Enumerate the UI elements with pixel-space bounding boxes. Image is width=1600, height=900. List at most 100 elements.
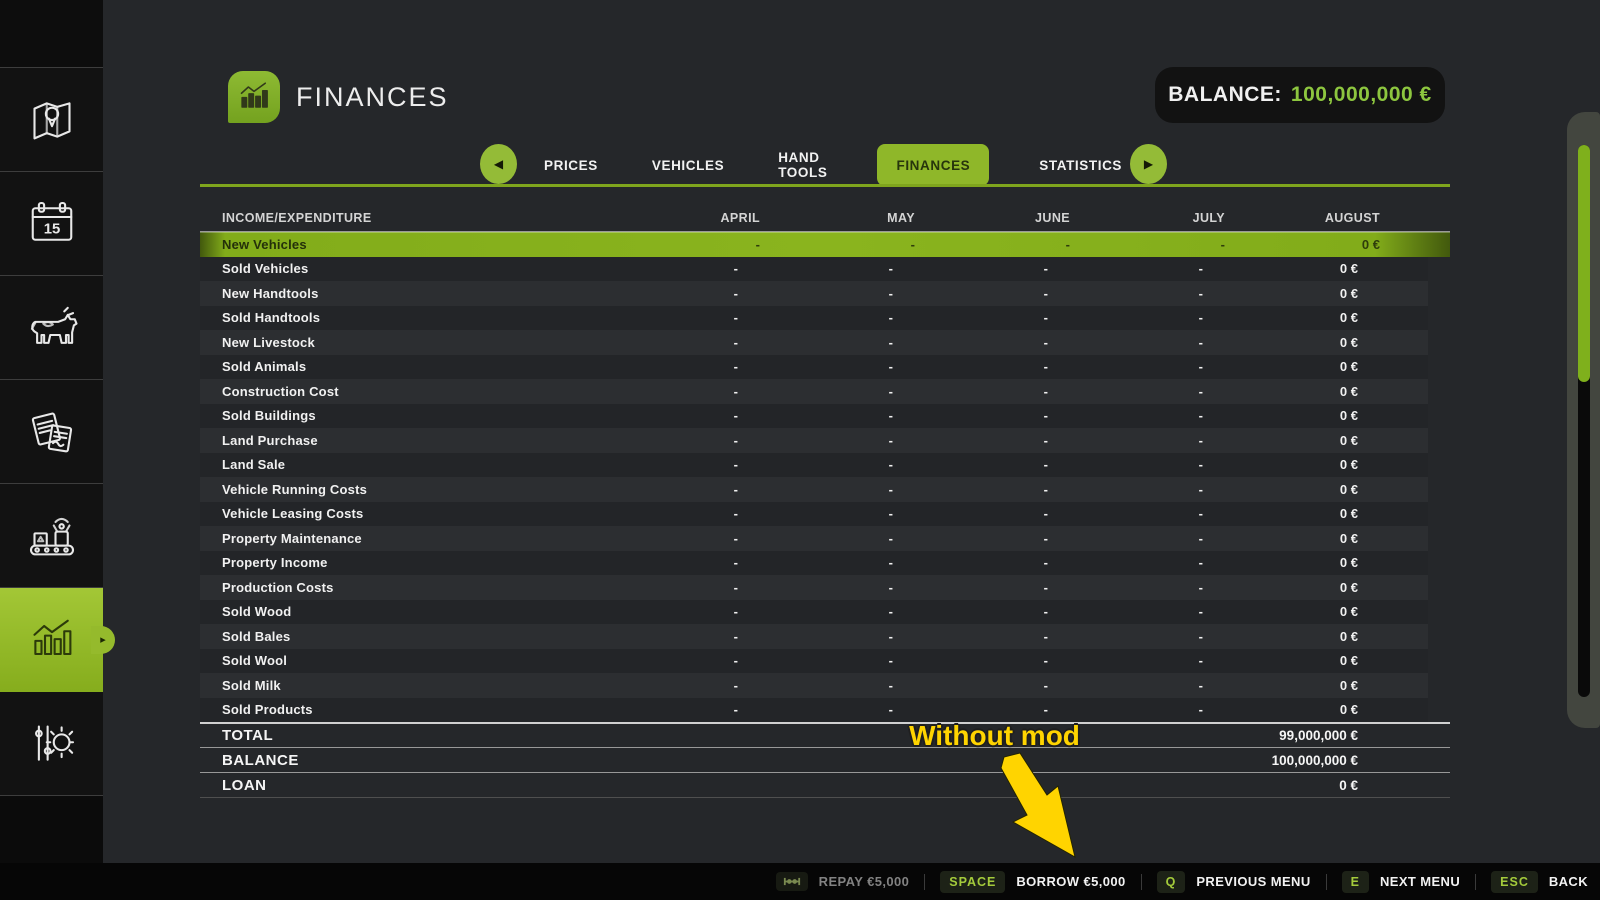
row-value: -	[1048, 261, 1203, 276]
hint-repay-5-000: REPAY €5,000	[776, 872, 910, 891]
table-row-land-sale[interactable]: Land Sale----0 €	[200, 453, 1428, 478]
table-row-production-costs[interactable]: Production Costs----0 €	[200, 575, 1428, 600]
column-header-label: INCOME/EXPENDITURE	[200, 211, 605, 225]
row-value: -	[738, 261, 893, 276]
row-label: Land Purchase	[200, 433, 583, 448]
table-row-sold-handtools[interactable]: Sold Handtools----0 €	[200, 306, 1428, 331]
sidebar-item-map[interactable]	[0, 68, 103, 172]
row-value: 0 €	[1203, 310, 1358, 325]
table-row-sold-products[interactable]: Sold Products----0 €	[200, 698, 1428, 723]
row-value: -	[1048, 384, 1203, 399]
row-label: Sold Animals	[200, 359, 583, 374]
row-value: -	[738, 286, 893, 301]
row-label: New Livestock	[200, 335, 583, 350]
tab-finances[interactable]: FINANCES	[877, 144, 989, 186]
table-row-vehicle-running-costs[interactable]: Vehicle Running Costs----0 €	[200, 477, 1428, 502]
row-value: 0 €	[1203, 457, 1358, 472]
hint-back[interactable]: ESCBACK	[1491, 871, 1588, 893]
tab-vehicles[interactable]: VEHICLES	[648, 144, 728, 186]
sidebar-item-finances[interactable]: ▸	[0, 588, 103, 692]
row-value: -	[1048, 286, 1203, 301]
table-row-sold-wood[interactable]: Sold Wood----0 €	[200, 600, 1428, 625]
tab-hand-tools[interactable]: HAND TOOLS	[774, 144, 831, 186]
sidebar-item-calendar[interactable]: 15	[0, 172, 103, 276]
row-value: -	[893, 408, 1048, 423]
row-value: -	[583, 580, 738, 595]
row-value: -	[583, 629, 738, 644]
row-value: -	[893, 482, 1048, 497]
row-value: -	[583, 359, 738, 374]
row-value: 0 €	[1203, 531, 1358, 546]
hint-label: BACK	[1549, 874, 1588, 889]
table-row-vehicle-leasing-costs[interactable]: Vehicle Leasing Costs----0 €	[200, 502, 1428, 527]
finances-chart-icon	[234, 77, 274, 117]
scrollbar-track[interactable]	[1578, 145, 1590, 697]
table-row-new-livestock[interactable]: New Livestock----0 €	[200, 330, 1428, 355]
summary-row-loan: LOAN0 €	[200, 772, 1450, 797]
balance-label: BALANCE:	[1168, 83, 1282, 107]
row-label: Sold Wool	[200, 653, 583, 668]
table-row-property-income[interactable]: Property Income----0 €	[200, 551, 1428, 576]
tab-prices[interactable]: PRICES	[540, 144, 602, 186]
row-value: -	[583, 678, 738, 693]
row-value: -	[1048, 555, 1203, 570]
sidebar-item-contracts[interactable]	[0, 380, 103, 484]
sidebar-item-animals[interactable]	[0, 276, 103, 380]
row-label: Sold Handtools	[200, 310, 583, 325]
row-value: -	[1048, 702, 1203, 717]
row-value: -	[1048, 604, 1203, 619]
tabs-prev-button[interactable]: ◀	[480, 144, 517, 184]
row-label: Land Sale	[200, 457, 583, 472]
row-value: 0 €	[1225, 237, 1380, 252]
column-header-month: JULY	[1070, 211, 1225, 225]
contracts-icon	[24, 404, 80, 460]
row-value: -	[1048, 506, 1203, 521]
tab-bar: PRICESVEHICLESHAND TOOLSFINANCESSTATISTI…	[540, 144, 1120, 186]
table-row-construction-cost[interactable]: Construction Cost----0 €	[200, 379, 1428, 404]
row-value: -	[893, 433, 1048, 448]
row-value: -	[1048, 629, 1203, 644]
table-row-sold-milk[interactable]: Sold Milk----0 €	[200, 673, 1428, 698]
summary-value: 100,000,000 €	[1272, 753, 1358, 768]
map-icon	[24, 92, 80, 148]
sidebar-spacer	[0, 0, 103, 68]
sidebar-item-production[interactable]	[0, 484, 103, 588]
row-label: Sold Wood	[200, 604, 583, 619]
table-row-sold-bales[interactable]: Sold Bales----0 €	[200, 624, 1428, 649]
table-row-sold-buildings[interactable]: Sold Buildings----0 €	[200, 404, 1428, 429]
hint-previous-menu[interactable]: QPREVIOUS MENU	[1157, 871, 1311, 893]
table-row-land-purchase[interactable]: Land Purchase----0 €	[200, 428, 1428, 453]
hint-label: REPAY €5,000	[819, 874, 910, 889]
table-body: New Vehicles----0 €Sold Vehicles----0 €N…	[200, 232, 1428, 722]
column-header-month: AUGUST	[1225, 211, 1380, 225]
table-row-new-vehicles[interactable]: New Vehicles----0 €	[200, 232, 1450, 257]
row-value: -	[738, 408, 893, 423]
row-label: Property Income	[200, 555, 583, 570]
row-value: 0 €	[1203, 653, 1358, 668]
balance-pill: BALANCE: 100,000,000 €	[1155, 67, 1445, 123]
table-row-sold-wool[interactable]: Sold Wool----0 €	[200, 649, 1428, 674]
row-value: -	[1048, 457, 1203, 472]
row-value: -	[893, 531, 1048, 546]
chevron-right-icon: ▶	[1144, 157, 1153, 171]
row-value: -	[583, 335, 738, 350]
table-row-sold-vehicles[interactable]: Sold Vehicles----0 €	[200, 257, 1428, 282]
tab-statistics[interactable]: STATISTICS	[1035, 144, 1126, 186]
table-row-new-handtools[interactable]: New Handtools----0 €	[200, 281, 1428, 306]
sidebar-item-settings[interactable]	[0, 692, 103, 796]
table-row-sold-animals[interactable]: Sold Animals----0 €	[200, 355, 1428, 380]
row-value: 0 €	[1203, 408, 1358, 423]
tabs-next-button[interactable]: ▶	[1130, 144, 1167, 184]
hint-label: BORROW €5,000	[1016, 874, 1125, 889]
axis-key-icon	[776, 872, 808, 891]
row-value: 0 €	[1203, 384, 1358, 399]
hint-next-menu[interactable]: ENEXT MENU	[1342, 871, 1461, 893]
cow-icon	[24, 300, 80, 356]
hint-borrow-5-000[interactable]: SPACEBORROW €5,000	[940, 871, 1125, 893]
hint-separator	[1141, 874, 1142, 890]
table-row-property-maintenance[interactable]: Property Maintenance----0 €	[200, 526, 1428, 551]
row-value: -	[915, 237, 1070, 252]
scrollbar-thumb[interactable]	[1578, 145, 1590, 382]
row-value: -	[583, 286, 738, 301]
row-value: -	[1048, 310, 1203, 325]
